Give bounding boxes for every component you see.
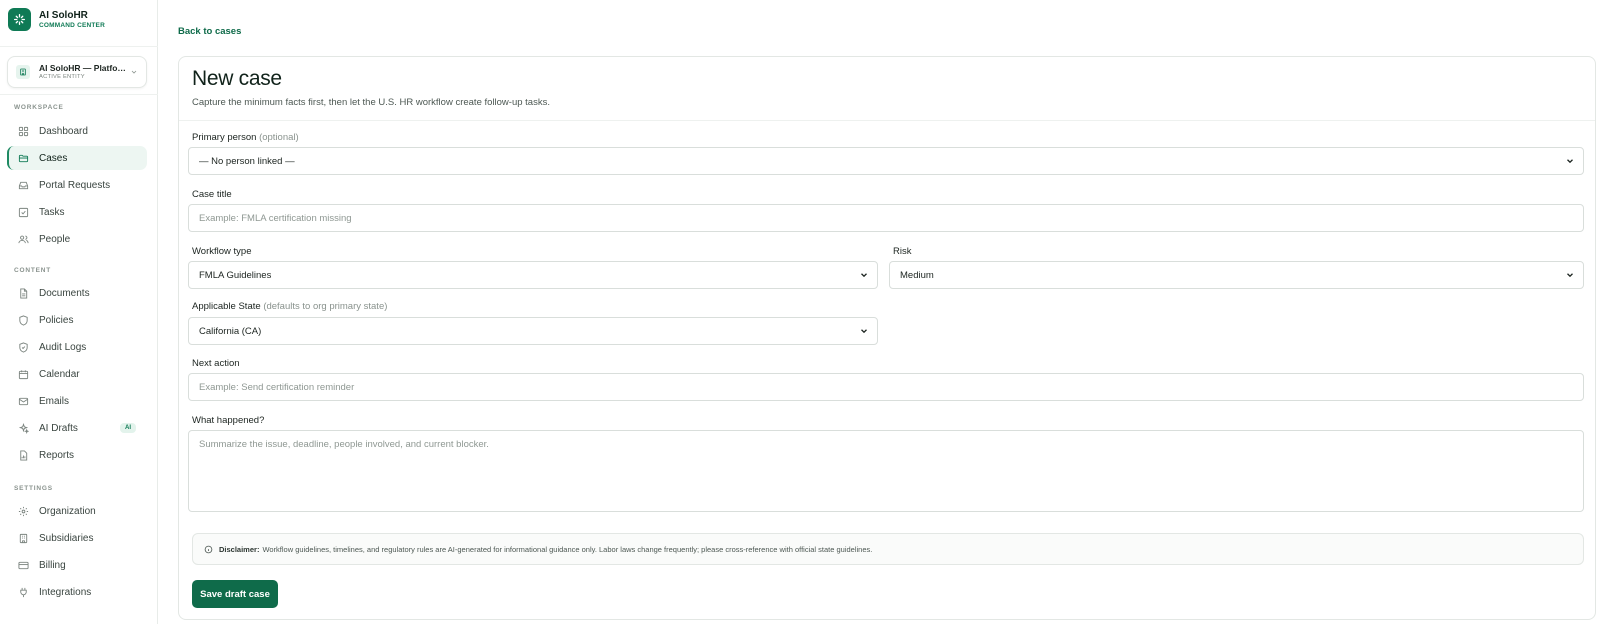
- building-icon: [16, 65, 30, 79]
- section-label-content: CONTENT: [14, 267, 52, 274]
- sidebar-item-subsidiaries[interactable]: Subsidiaries: [7, 526, 147, 550]
- plug-icon: [18, 587, 29, 598]
- what-happened-label: What happened?: [192, 415, 265, 426]
- app-name: AI SoloHR: [39, 9, 88, 21]
- sidebar-item-label: Portal Requests: [39, 179, 111, 191]
- shield-icon: [18, 314, 29, 326]
- applicable-state-hint: (defaults to org primary state): [263, 301, 388, 312]
- sidebar-item-people[interactable]: People: [7, 227, 147, 251]
- brand[interactable]: AI SoloHR COMMAND CENTER: [8, 8, 105, 31]
- sidebar-item-label: Documents: [39, 287, 90, 299]
- sidebar-divider: [0, 46, 158, 47]
- sidebar-item-calendar[interactable]: Calendar: [7, 362, 147, 386]
- optional-hint: (optional): [259, 132, 299, 143]
- sidebar-item-label: Policies: [39, 314, 74, 326]
- sidebar-item-emails[interactable]: Emails: [7, 389, 147, 413]
- workflow-type-label: Workflow type: [192, 246, 252, 257]
- risk-label: Risk: [893, 246, 912, 257]
- sidebar-item-portal-requests[interactable]: Portal Requests: [7, 173, 147, 197]
- mail-icon: [18, 396, 29, 407]
- sidebar-item-label: Tasks: [39, 206, 65, 218]
- sidebar-item-label: Integrations: [39, 586, 92, 598]
- page-title: New case: [192, 67, 282, 90]
- sidebar-item-integrations[interactable]: Integrations: [7, 580, 147, 604]
- sidebar-item-billing[interactable]: Billing: [7, 553, 147, 577]
- sidebar-item-label: AI Drafts: [39, 422, 78, 434]
- primary-person-select[interactable]: — No person linked —: [188, 147, 1584, 175]
- building-icon: [18, 533, 29, 544]
- chevron-down-icon: [131, 70, 137, 74]
- ai-badge: AI: [120, 423, 136, 433]
- applicable-state-select[interactable]: California (CA): [188, 317, 878, 345]
- folder-icon: [18, 153, 29, 164]
- section-label-settings: SETTINGS: [14, 485, 53, 492]
- chevron-down-icon: [861, 329, 867, 334]
- gear-icon: [18, 506, 29, 517]
- document-icon: [18, 287, 29, 299]
- chevron-down-icon: [1567, 273, 1573, 278]
- sidebar-item-label: Organization: [39, 505, 96, 517]
- sidebar-item-label: Calendar: [39, 368, 80, 380]
- grid-icon: [18, 126, 29, 137]
- sidebar-item-label: Dashboard: [39, 125, 88, 137]
- sidebar-item-policies[interactable]: Policies: [7, 308, 147, 332]
- page-subtitle: Capture the minimum facts first, then le…: [192, 97, 550, 108]
- chevron-down-icon: [861, 273, 867, 278]
- applicable-state-label: Applicable State (defaults to org primar…: [192, 301, 388, 312]
- card-header: New case Capture the minimum facts first…: [179, 57, 1595, 121]
- sidebar-item-ai-drafts[interactable]: AI Drafts AI: [7, 416, 147, 440]
- risk-select[interactable]: Medium: [889, 261, 1584, 289]
- entity-status: ACTIVE ENTITY: [39, 74, 85, 80]
- sidebar-item-label: Reports: [39, 449, 75, 461]
- sidebar-item-dashboard[interactable]: Dashboard: [7, 119, 147, 143]
- entity-name: AI SoloHR — Platfor...: [39, 63, 126, 73]
- sidebar-item-label: Emails: [39, 395, 70, 407]
- sidebar-item-label: Billing: [39, 559, 66, 571]
- next-action-label: Next action: [192, 358, 240, 369]
- chevron-down-icon: [1567, 159, 1573, 164]
- back-to-cases-link[interactable]: Back to cases: [178, 26, 241, 37]
- app-subtitle: COMMAND CENTER: [39, 21, 105, 29]
- sidebar-item-organization[interactable]: Organization: [7, 499, 147, 523]
- people-icon: [18, 234, 29, 245]
- logo-icon: [8, 8, 31, 31]
- checkbox-icon: [18, 207, 29, 218]
- sidebar-item-cases[interactable]: Cases: [7, 146, 147, 170]
- sidebar-item-label: People: [39, 233, 71, 245]
- sidebar-item-audit-logs[interactable]: Audit Logs: [7, 335, 147, 359]
- workflow-type-select[interactable]: FMLA Guidelines: [188, 261, 878, 289]
- credit-card-icon: [18, 560, 29, 571]
- sidebar-item-reports[interactable]: Reports: [7, 443, 147, 467]
- report-icon: [18, 449, 29, 461]
- sidebar-item-tasks[interactable]: Tasks: [7, 200, 147, 224]
- sidebar-divider: [0, 94, 158, 95]
- case-title-input[interactable]: [188, 204, 1584, 232]
- shield-check-icon: [18, 341, 29, 353]
- primary-person-label: Primary person (optional): [192, 132, 299, 143]
- new-case-card: New case Capture the minimum facts first…: [178, 56, 1596, 620]
- inbox-icon: [18, 180, 29, 191]
- section-label-workspace: WORKSPACE: [14, 104, 64, 111]
- sparkle-icon: [18, 422, 29, 434]
- next-action-input[interactable]: [188, 373, 1584, 401]
- save-draft-case-button[interactable]: Save draft case: [192, 580, 278, 608]
- what-happened-textarea[interactable]: [188, 430, 1584, 512]
- entity-switcher[interactable]: AI SoloHR — Platfor... ACTIVE ENTITY: [7, 56, 147, 88]
- disclaimer-text: Workflow guidelines, timelines, and regu…: [262, 544, 873, 554]
- sidebar-item-label: Audit Logs: [39, 341, 87, 353]
- disclaimer-banner: Disclaimer: Workflow guidelines, timelin…: [192, 533, 1584, 565]
- sidebar-item-label: Subsidiaries: [39, 532, 94, 544]
- sidebar-item-label: Cases: [39, 152, 68, 164]
- info-icon: [204, 545, 213, 553]
- calendar-icon: [18, 369, 29, 380]
- sidebar-item-documents[interactable]: Documents: [7, 281, 147, 305]
- case-title-label: Case title: [192, 189, 232, 200]
- sidebar: AI SoloHR COMMAND CENTER AI SoloHR — Pla…: [0, 0, 158, 624]
- disclaimer-label: Disclaimer:: [219, 544, 260, 554]
